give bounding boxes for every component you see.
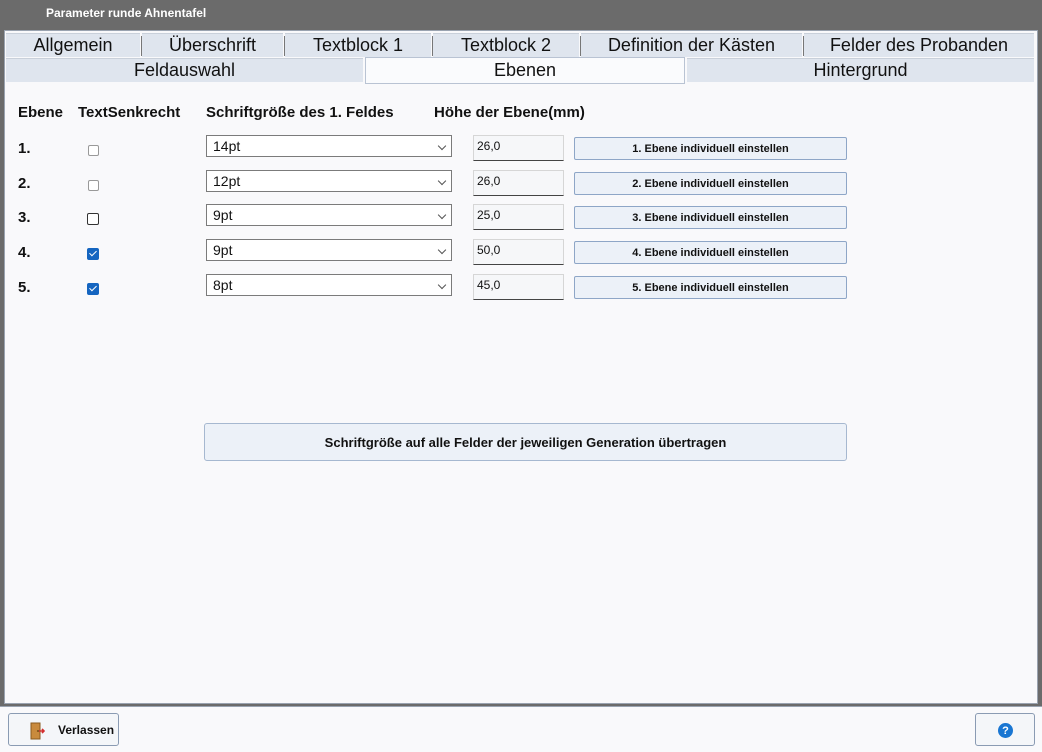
tab-definition-der-kaesten[interactable]: Definition der Kästen: [581, 33, 804, 57]
ebene-1-individual-button[interactable]: 1. Ebene individuell einstellen: [574, 137, 847, 160]
exit-button[interactable]: Verlassen: [8, 713, 119, 746]
height-input[interactable]: 26,0: [473, 170, 564, 196]
tab-label: Definition der Kästen: [607, 35, 776, 55]
tab-label: Ebenen: [493, 60, 557, 80]
help-button[interactable]: ?: [975, 713, 1035, 746]
chevron-down-icon: [437, 245, 447, 255]
row-number: 3.: [18, 209, 31, 226]
ebene-2-individual-button[interactable]: 2. Ebene individuell einstellen: [574, 172, 847, 195]
text-senkrecht-checkbox[interactable]: [87, 213, 99, 225]
font-size-value: 12pt: [213, 173, 241, 189]
text-senkrecht-checkbox[interactable]: [87, 283, 99, 295]
font-size-value: 9pt: [213, 242, 233, 258]
exit-label: Verlassen: [58, 723, 115, 737]
tab-label: Überschrift: [168, 35, 257, 55]
footer-bar: [0, 706, 1042, 752]
font-size-select[interactable]: 9pt: [206, 204, 452, 226]
font-size-select[interactable]: 9pt: [206, 239, 452, 261]
tab-textblock-2[interactable]: Textblock 2: [433, 33, 581, 57]
tab-felder-des-probanden[interactable]: Felder des Probanden: [804, 33, 1034, 57]
height-input[interactable]: 50,0: [473, 239, 564, 265]
apply-font-size-button[interactable]: Schriftgröße auf alle Felder der jeweili…: [204, 423, 847, 461]
tab-label: Allgemein: [33, 35, 113, 55]
font-size-select[interactable]: 14pt: [206, 135, 452, 157]
tab-allgemein[interactable]: Allgemein: [6, 33, 142, 57]
chevron-down-icon: [437, 210, 447, 220]
header-schriftgroesse: Schriftgröße des 1. Feldes: [206, 104, 394, 121]
tab-ueberschrift[interactable]: Überschrift: [142, 33, 285, 57]
title-bar: Parameter runde Ahnentafel: [0, 0, 1042, 28]
tab-feldauswahl[interactable]: Feldauswahl: [6, 58, 363, 82]
tab-label: Textblock 1: [312, 35, 404, 55]
tab-label: Feldauswahl: [133, 60, 236, 80]
row-number: 1.: [18, 140, 31, 157]
ebene-3-individual-button[interactable]: 3. Ebene individuell einstellen: [574, 206, 847, 229]
ebene-5-individual-button[interactable]: 5. Ebene individuell einstellen: [574, 276, 847, 299]
text-senkrecht-checkbox[interactable]: [87, 248, 99, 260]
text-senkrecht-checkbox[interactable]: [88, 180, 99, 191]
font-size-select[interactable]: 8pt: [206, 274, 452, 296]
height-value: 45,0: [477, 278, 501, 292]
help-icon: ?: [998, 723, 1013, 738]
tab-ebenen[interactable]: Ebenen: [365, 57, 685, 84]
tab-textblock-1[interactable]: Textblock 1: [285, 33, 433, 57]
font-size-select[interactable]: 12pt: [206, 170, 452, 192]
chevron-down-icon: [437, 280, 447, 290]
tab-label: Textblock 2: [460, 35, 552, 55]
height-value: 26,0: [477, 174, 501, 188]
height-value: 50,0: [477, 243, 501, 257]
header-ebene: Ebene: [18, 104, 64, 121]
text-senkrecht-checkbox[interactable]: [88, 145, 99, 156]
height-input[interactable]: 45,0: [473, 274, 564, 300]
tab-label: Hintergrund: [813, 60, 908, 80]
dialog-body: [4, 30, 1038, 704]
font-size-value: 9pt: [213, 207, 233, 223]
tab-hintergrund[interactable]: Hintergrund: [687, 58, 1034, 82]
height-value: 26,0: [477, 139, 501, 153]
window-title: Parameter runde Ahnentafel: [46, 6, 207, 20]
font-size-value: 8pt: [213, 277, 233, 293]
row-number: 5.: [18, 279, 31, 296]
height-value: 25,0: [477, 208, 501, 222]
header-text-senkrecht: TextSenkrecht: [78, 104, 181, 121]
header-hoehe: Höhe der Ebene(mm): [434, 104, 585, 121]
row-number: 2.: [18, 175, 31, 192]
font-size-value: 14pt: [213, 138, 241, 154]
chevron-down-icon: [437, 141, 447, 151]
height-input[interactable]: 26,0: [473, 135, 564, 161]
tab-label: Felder des Probanden: [829, 35, 1009, 55]
row-number: 4.: [18, 244, 31, 261]
height-input[interactable]: 25,0: [473, 204, 564, 230]
exit-door-icon: [29, 722, 46, 743]
chevron-down-icon: [437, 176, 447, 186]
ebene-4-individual-button[interactable]: 4. Ebene individuell einstellen: [574, 241, 847, 264]
